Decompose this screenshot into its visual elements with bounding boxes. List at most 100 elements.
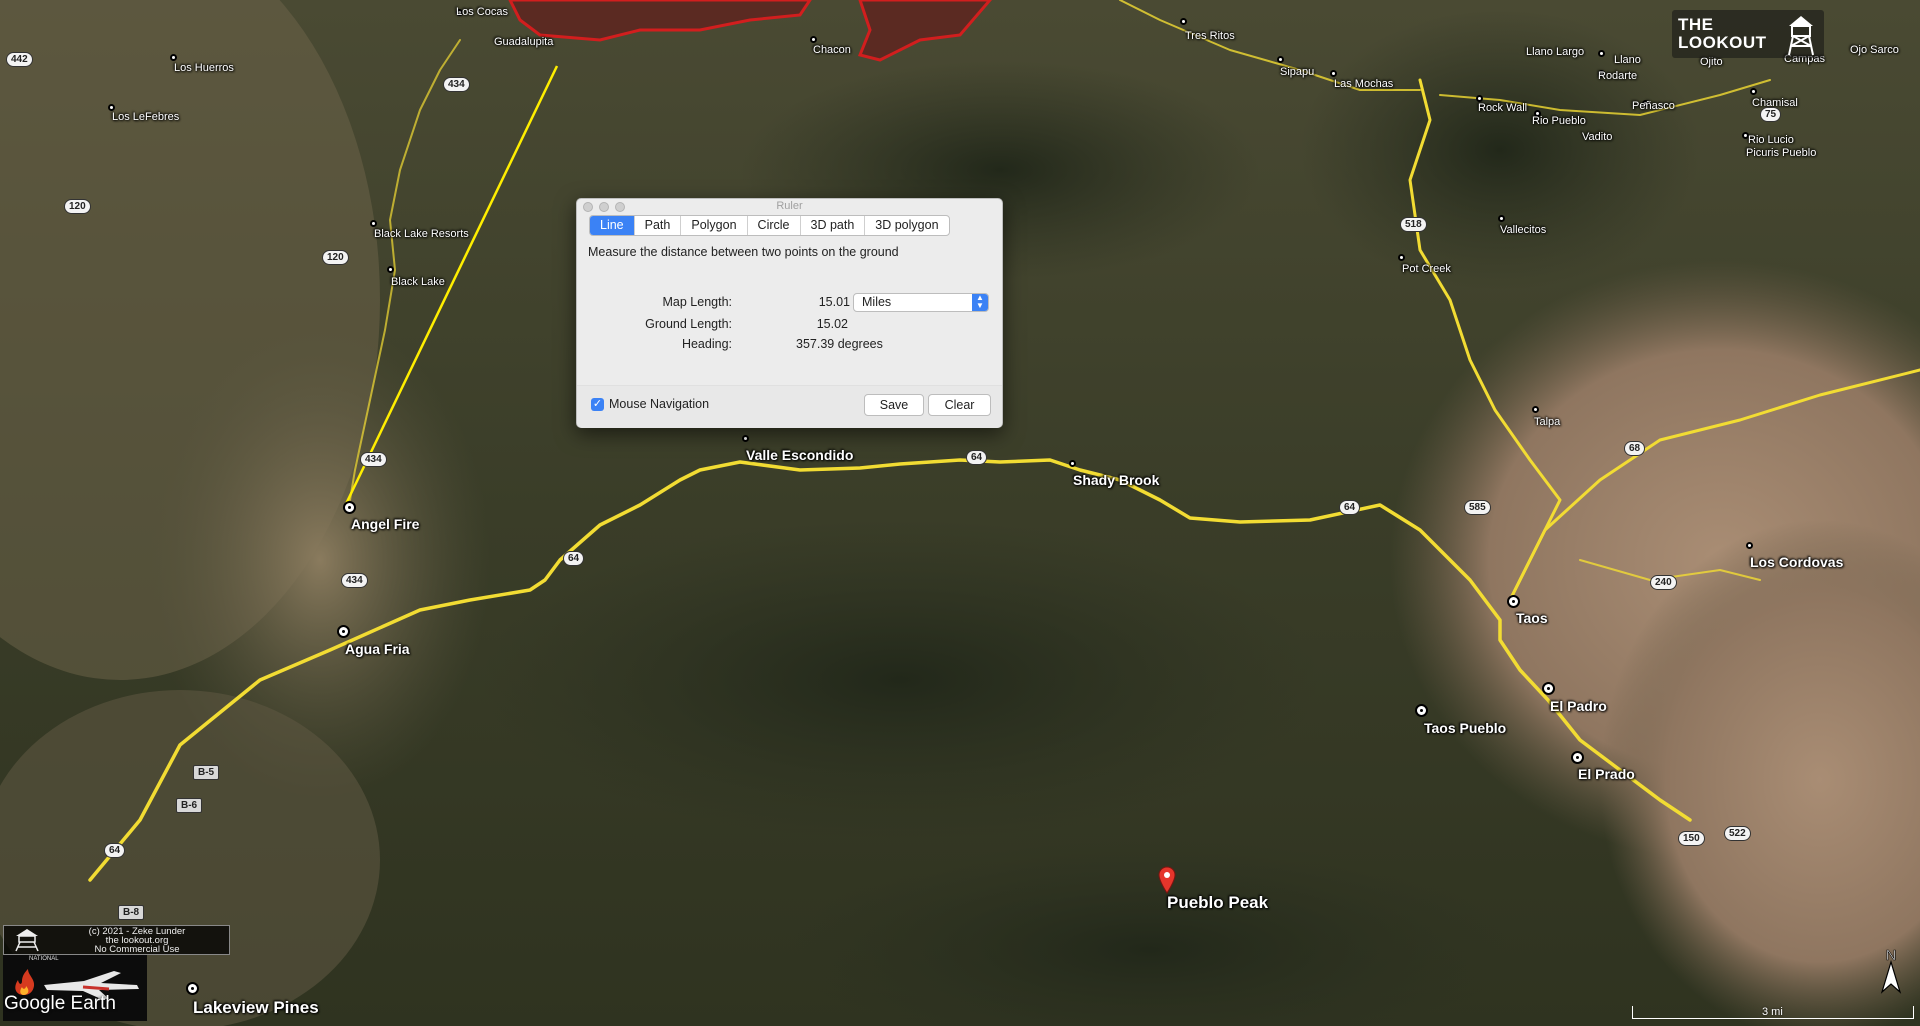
road-shield-518: 518 — [1400, 217, 1427, 232]
place-label-los-huerros: Los Huerros — [174, 62, 234, 74]
mouse-navigation-label[interactable]: Mouse Navigation — [609, 397, 709, 411]
place-dot-angel-fire — [343, 501, 356, 514]
map-length-value: 15.01 — [818, 295, 850, 309]
save-button[interactable]: Save — [864, 394, 924, 416]
units-select-value: Miles — [862, 295, 892, 309]
place-label-rock-wall: Rock Wall — [1478, 102, 1528, 114]
place-label-chacon: Chacon — [813, 44, 851, 56]
ground-length-label: Ground Length: — [645, 317, 732, 331]
road-shield-75: 75 — [1760, 107, 1782, 122]
place-dot-vallecitos — [1498, 215, 1505, 222]
mouse-navigation-checkbox[interactable]: ✓ — [591, 398, 604, 411]
place-label-rodarte: Rodarte — [1598, 70, 1638, 82]
select-stepper-icon: ▲ ▼ — [972, 294, 988, 311]
place-dot-sipapu — [1277, 56, 1284, 63]
place-label-rio-pueblo: Rio Pueblo — [1532, 115, 1586, 127]
logo-text-line1: THE — [1678, 15, 1714, 34]
place-dot-el-prado — [1571, 751, 1584, 764]
place-label-sipapu: Sipapu — [1280, 66, 1315, 78]
tab-3d-path[interactable]: 3D path — [801, 216, 866, 235]
road-shield-64b: 64 — [966, 450, 988, 465]
road-shield-120b: 120 — [322, 250, 349, 265]
terrain-dark-ridge-1 — [480, 520, 1320, 840]
tab-line[interactable]: Line — [590, 216, 635, 235]
ruler-mode-tabs: Line Path Polygon Circle 3D path 3D poly… — [589, 215, 950, 236]
place-dot-tres-ritos — [1180, 18, 1187, 25]
place-label-guadalupita: Guadalupita — [494, 36, 554, 48]
map-terrain-view[interactable] — [0, 0, 1920, 1026]
road-shield-b6: B-6 — [176, 798, 203, 813]
minimize-window-icon[interactable] — [599, 202, 609, 212]
place-dot-llano — [1598, 50, 1605, 57]
place-label-rio-lucio: Rio Lucio — [1748, 134, 1794, 146]
tab-3d-polygon[interactable]: 3D polygon — [865, 216, 948, 235]
place-label-agua-fria: Agua Fria — [345, 641, 410, 657]
tab-circle[interactable]: Circle — [748, 216, 801, 235]
close-window-icon[interactable] — [583, 202, 593, 212]
road-shield-64c: 64 — [1339, 500, 1361, 515]
place-dot-los-huerros — [170, 54, 177, 61]
place-label-talpa: Talpa — [1534, 416, 1561, 428]
place-dot-pot-creek — [1398, 254, 1405, 261]
ruler-footer: ✓ Mouse Navigation Save Clear — [577, 385, 1002, 428]
place-dot-chamisal — [1750, 88, 1757, 95]
place-dot-black-lake — [387, 266, 394, 273]
place-dot-los-lefebres — [108, 104, 115, 111]
place-label-las-mochas: Las Mochas — [1334, 78, 1394, 90]
zoom-window-icon[interactable] — [615, 202, 625, 212]
pueblo-peak-pin-icon[interactable] — [1158, 866, 1176, 894]
google-earth-logo: Google Earth — [4, 993, 116, 1014]
place-label-vallecitos: Vallecitos — [1500, 224, 1547, 236]
road-shield-434a: 434 — [443, 77, 470, 92]
place-dot-los-cordovas — [1746, 542, 1753, 549]
ruler-titlebar[interactable]: Ruler — [577, 199, 1002, 213]
ruler-description: Measure the distance between two points … — [588, 245, 899, 259]
place-dot-black-lake-resorts — [370, 220, 377, 227]
clear-button[interactable]: Clear — [928, 394, 991, 416]
place-label-shady-brook: Shady Brook — [1073, 472, 1160, 488]
heading-value: 357.39 degrees — [796, 337, 883, 351]
place-label-los-cordovas: Los Cordovas — [1750, 554, 1844, 570]
ground-length-row: Ground Length: 15.02 — [577, 315, 1002, 333]
copyright-credit: (c) 2021 - Zeke Lunder the lookout.org N… — [3, 925, 230, 955]
place-label-el-padro: El Padro — [1550, 698, 1607, 714]
the-lookout-logo: THE LOOKOUT — [1672, 10, 1824, 58]
road-shield-b8: B-8 — [118, 905, 145, 920]
place-label-los-cocas: Los Cocas — [456, 6, 508, 18]
ruler-window-title: Ruler — [776, 200, 803, 212]
place-dot-valle-escondido — [742, 435, 749, 442]
place-dot-chacon — [810, 36, 817, 43]
units-select[interactable]: Miles ▲ ▼ — [853, 293, 989, 312]
north-compass-icon[interactable]: N — [1876, 946, 1906, 996]
place-dot-talpa — [1532, 406, 1539, 413]
tab-path[interactable]: Path — [635, 216, 682, 235]
place-dot-el-padro — [1542, 682, 1555, 695]
road-shield-68: 68 — [1624, 441, 1646, 456]
place-dot-rock-wall — [1476, 95, 1483, 102]
credit-line-3: No Commercial Use — [94, 944, 180, 955]
place-label-tres-ritos: Tres Ritos — [1185, 30, 1235, 42]
place-dot-taos-pueblo — [1415, 704, 1428, 717]
place-label-black-lake: Black Lake — [391, 276, 445, 288]
place-dot-las-mochas — [1330, 70, 1337, 77]
place-label-picuris-pueblo: Picuris Pueblo — [1746, 147, 1817, 159]
place-label-black-lake-resorts: Black Lake Resorts — [374, 228, 469, 240]
place-dot-taos — [1507, 595, 1520, 608]
road-shield-522: 522 — [1724, 826, 1751, 841]
place-dot-lakeview-pines — [186, 982, 199, 995]
road-shield-442: 442 — [6, 52, 33, 67]
place-label-vadito: Vadito — [1582, 131, 1613, 143]
place-label-llano-largo: Llano Largo — [1526, 46, 1585, 58]
tab-polygon[interactable]: Polygon — [681, 216, 748, 235]
ground-length-value: 15.02 — [816, 317, 848, 331]
place-label-pot-creek: Pot Creek — [1402, 263, 1451, 275]
place-label-valle-escondido: Valle Escondido — [746, 447, 854, 463]
road-shield-434c: 434 — [341, 573, 368, 588]
place-label-penasco: Peñasco — [1632, 100, 1675, 112]
credit-tower-icon — [15, 929, 39, 952]
place-label-los-lefebres: Los LeFebres — [112, 111, 180, 123]
place-label-el-prado: El Prado — [1578, 766, 1635, 782]
ruler-dialog: Ruler Line Path Polygon Circle 3D path 3… — [576, 198, 1003, 428]
place-dot-agua-fria — [337, 625, 350, 638]
heading-row: Heading: 357.39 degrees — [577, 335, 1002, 353]
